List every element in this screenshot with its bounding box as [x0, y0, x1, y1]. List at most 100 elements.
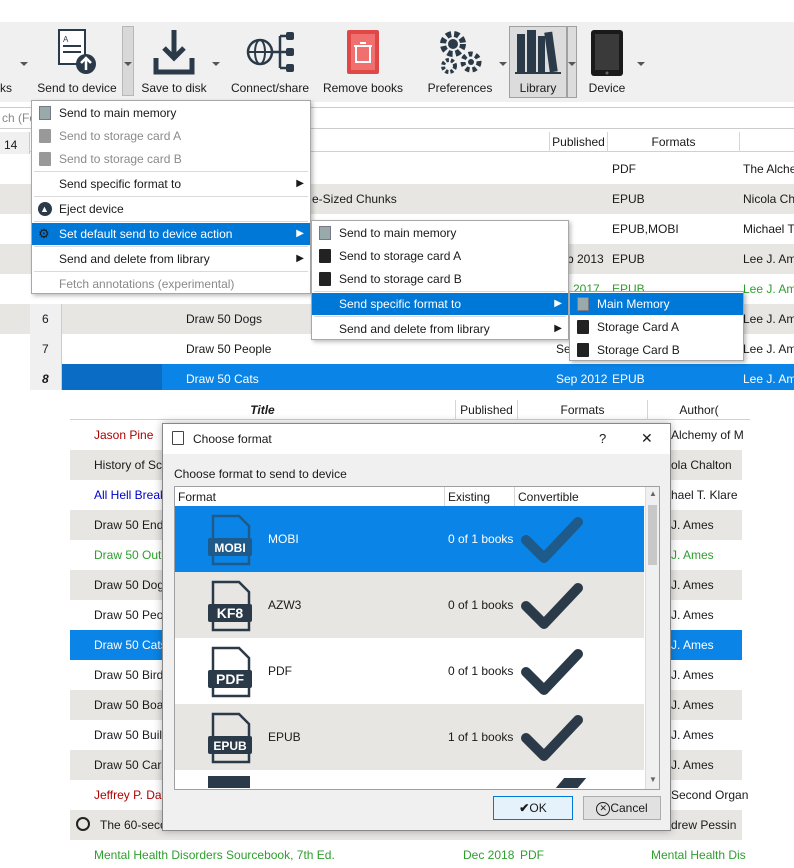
menu-item-label: Send specific format to	[59, 177, 182, 191]
format-row-selected[interactable]: MOBI MOBI 0 of 1 books	[175, 506, 644, 572]
menu-item-eject-device[interactable]: ▲ Eject device	[32, 198, 310, 220]
format-column-header[interactable]: Format	[175, 487, 445, 507]
checkmark-icon	[520, 712, 584, 767]
menu-item-label: Fetch annotations (experimental)	[59, 277, 235, 291]
menu-item-send-to-card-b[interactable]: Send to storage card B	[32, 148, 310, 170]
title-header[interactable]: Title	[70, 400, 456, 420]
sd-card-icon	[577, 320, 589, 334]
title-cell: Draw 50 Oute	[94, 548, 169, 562]
send-to-device-menu: Send to main memory Send to storage card…	[31, 100, 311, 294]
scroll-up-icon[interactable]: ▲	[649, 489, 657, 498]
author-header[interactable]: Author(	[648, 400, 750, 420]
menu-separator	[314, 291, 566, 292]
row-number: 6	[42, 312, 49, 326]
formats-header[interactable]: Formats	[608, 132, 740, 152]
menu-item-send-to-card-b[interactable]: Send to storage card B	[312, 268, 568, 290]
scrollbar-thumb[interactable]	[648, 505, 657, 565]
author-cell: Lee J. Am	[743, 282, 794, 296]
chevron-down-icon	[124, 62, 132, 66]
toolbar-books-partial[interactable]: ks	[0, 26, 20, 98]
published-header[interactable]: Published	[550, 132, 608, 152]
save-to-disk-button[interactable]: Save to disk	[140, 26, 208, 98]
submenu-arrow-icon: ▶	[296, 228, 304, 239]
scroll-down-icon[interactable]: ▼	[649, 775, 657, 784]
menu-item-send-to-card-a[interactable]: Send to storage card A	[32, 125, 310, 147]
toolbar-label: Remove books	[322, 81, 404, 95]
menu-item-main-memory[interactable]: Main Memory	[570, 293, 743, 315]
menu-item-send-to-main-memory[interactable]: Send to main memory	[312, 222, 568, 244]
chevron-down-icon[interactable]	[637, 62, 645, 66]
submenu-arrow-icon: ▶	[554, 323, 562, 334]
menu-item-fetch-annotations[interactable]: Fetch annotations (experimental)	[32, 273, 310, 295]
trash-icon	[345, 28, 381, 79]
ok-label: OK	[529, 801, 547, 815]
title-cell: Mental Health Disorders Sourcebook, 7th …	[94, 848, 335, 862]
menu-item-label: Send and delete from library	[59, 252, 210, 266]
ok-button[interactable]: ✔OK	[493, 796, 573, 820]
author-cell: Nicola Ch	[743, 192, 794, 206]
chevron-down-icon	[568, 62, 576, 66]
remove-books-button[interactable]: Remove books	[320, 26, 406, 98]
table-row-selected[interactable]: 8 Draw 50 Cats Sep 2012 EPUB Lee J. Am	[0, 364, 794, 390]
menu-item-label: Storage Card B	[597, 343, 680, 357]
connect-share-button[interactable]: Connect/share	[228, 26, 312, 98]
menu-separator	[34, 171, 308, 172]
file-icon	[208, 776, 250, 788]
toolbar-label: Save to disk	[141, 81, 207, 95]
convertible-column-header[interactable]: Convertible	[515, 487, 645, 507]
format-row[interactable]: KF8 AZW3 0 of 1 books	[175, 572, 644, 638]
menu-item-label: Send specific format to	[339, 297, 462, 311]
preferences-button[interactable]: Preferences	[424, 26, 496, 98]
download-icon	[152, 28, 196, 79]
svg-text:EPUB: EPUB	[213, 739, 247, 753]
title-cell: Draw 50 Cats	[186, 372, 259, 386]
formats-cell: PDF	[612, 162, 636, 176]
menu-item-set-default-action[interactable]: ⚙ Set default send to device action ▶	[32, 223, 310, 245]
format-row[interactable]: EPUB EPUB 1 of 1 books	[175, 704, 644, 770]
menu-item-send-and-delete[interactable]: Send and delete from library ▶	[312, 318, 568, 340]
table-row[interactable]: Mental Health Disorders Sourcebook, 7th …	[70, 840, 746, 868]
menu-item-send-to-card-a[interactable]: Send to storage card A	[312, 245, 568, 267]
menu-item-send-and-delete[interactable]: Send and delete from library ▶	[32, 248, 310, 270]
menu-item-label: Main Memory	[597, 297, 670, 311]
existing-column-header[interactable]: Existing	[445, 487, 515, 507]
title-cell: Draw 50 People	[186, 342, 272, 356]
format-row-partial[interactable]	[175, 770, 644, 788]
close-icon[interactable]: ✕	[641, 430, 653, 447]
menu-item-send-to-main-memory[interactable]: Send to main memory	[32, 102, 310, 124]
cancel-label: Cancel	[610, 801, 648, 815]
existing-count: 0 of 1 books	[448, 532, 514, 546]
send-to-device-dropdown[interactable]	[122, 26, 134, 96]
formats-header[interactable]: Formats	[518, 400, 648, 420]
chevron-down-icon[interactable]	[212, 62, 220, 66]
menu-item-send-specific-format[interactable]: Send specific format to ▶	[312, 293, 568, 315]
default-action-submenu: Send to main memory Send to storage card…	[311, 220, 569, 340]
selection-gutter	[62, 364, 162, 390]
published-header[interactable]: Published	[456, 400, 518, 420]
menu-item-storage-card-b[interactable]: Storage Card B	[570, 339, 743, 361]
send-to-device-button[interactable]: A Send to device	[33, 26, 121, 98]
dialog-prompt: Choose format to send to device	[174, 467, 347, 481]
chevron-down-icon[interactable]	[499, 62, 507, 66]
title-cell: e-Sized Chunks	[312, 192, 397, 206]
chevron-down-icon[interactable]	[20, 62, 28, 66]
author-cell: Lee J. Am	[743, 252, 794, 266]
checkmark-icon	[520, 580, 584, 635]
cancel-button[interactable]: ✕ Cancel	[583, 796, 661, 820]
help-button[interactable]: ?	[599, 431, 606, 446]
device-button[interactable]: Device	[584, 26, 630, 98]
format-row[interactable]: PDF PDF 0 of 1 books	[175, 638, 644, 704]
author-cell: J. Ames	[671, 698, 714, 712]
author-cell: J. Ames	[671, 548, 714, 562]
title-cell: Jeffrey P. Dav	[94, 788, 168, 802]
menu-item-label: Eject device	[59, 202, 124, 216]
library-button[interactable]: Library	[509, 26, 567, 98]
sd-card-icon	[577, 343, 589, 357]
menu-item-send-specific-format[interactable]: Send specific format to ▶	[32, 173, 310, 195]
sd-card-icon	[39, 129, 51, 143]
title-cell: Draw 50 Birds	[94, 668, 170, 682]
menu-item-storage-card-a[interactable]: Storage Card A	[570, 316, 743, 338]
formats-cell: EPUB	[612, 252, 645, 266]
checkmark-icon	[520, 646, 584, 701]
list-scrollbar[interactable]: ▲ ▼	[645, 487, 659, 789]
